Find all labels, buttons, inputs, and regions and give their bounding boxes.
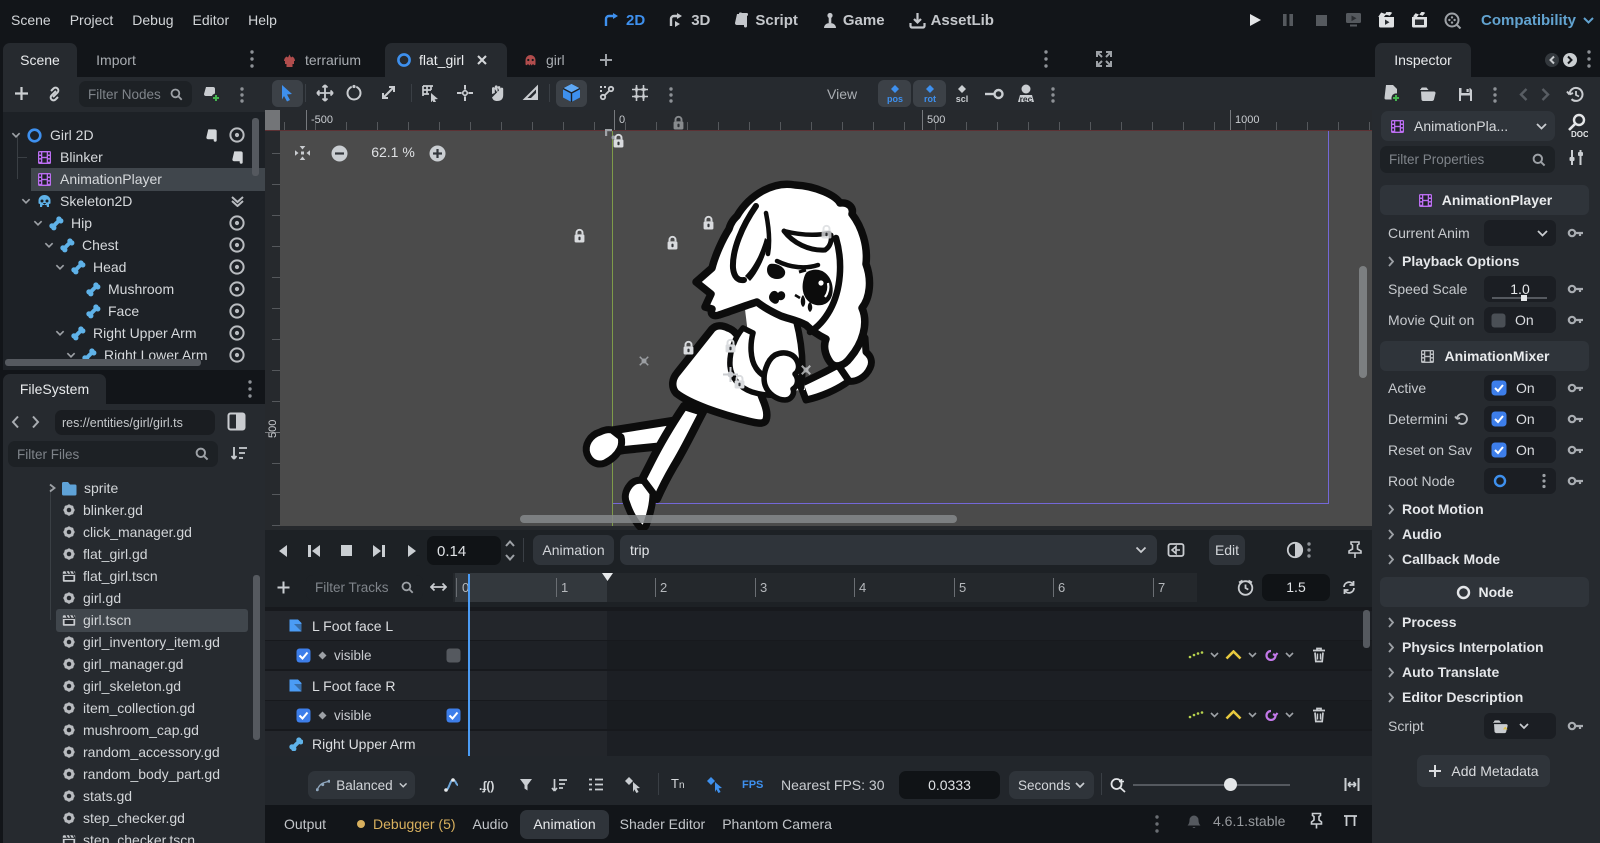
svg-text:7: 7 [1158,580,1165,595]
svg-text:pos: pos [887,94,903,104]
svg-text:500: 500 [267,420,279,438]
svg-text:2: 2 [660,580,667,595]
svg-text:1: 1 [561,580,568,595]
svg-text:0: 0 [619,114,625,126]
svg-text:500: 500 [927,114,945,126]
svg-text:4: 4 [859,580,866,595]
svg-text:3: 3 [760,580,767,595]
svg-text:1000: 1000 [1235,114,1259,126]
svg-text:scl: scl [956,94,969,104]
svg-text:rec: rec [1020,94,1033,104]
svg-text:-500: -500 [311,114,333,126]
svg-text:5: 5 [959,580,966,595]
svg-text:rot: rot [924,94,936,104]
svg-text:6: 6 [1058,580,1065,595]
svg-text:DOC: DOC [1571,130,1588,139]
